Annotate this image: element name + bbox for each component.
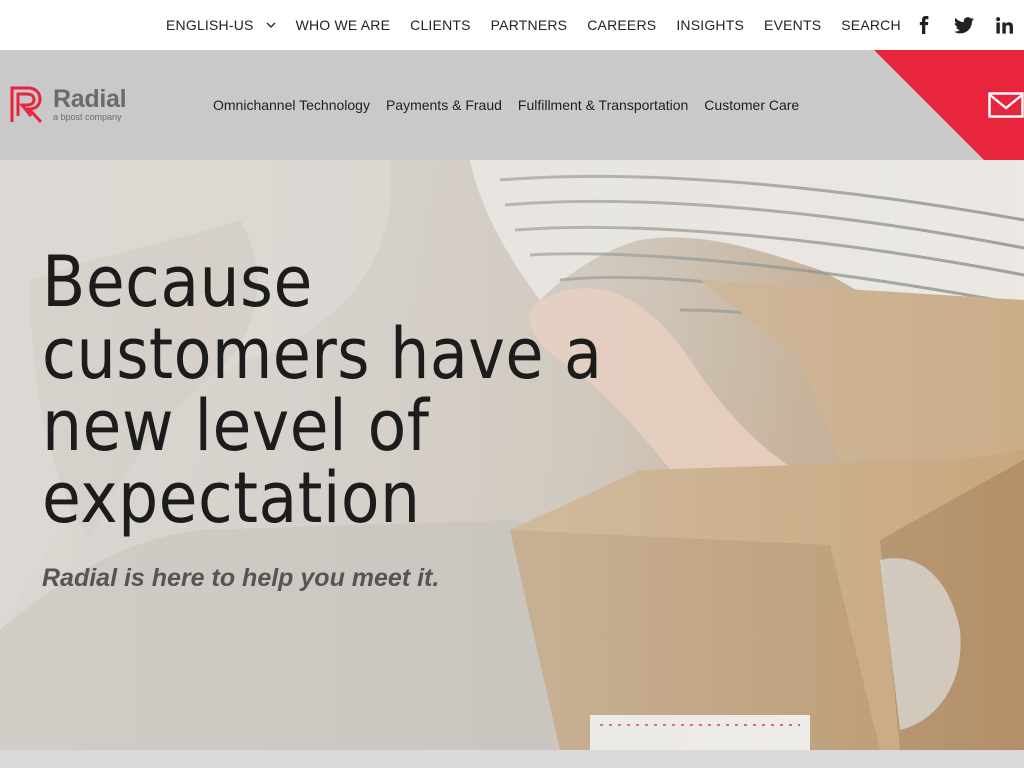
nav-fulfillment-transportation[interactable]: Fulfillment & Transportation (518, 97, 688, 113)
facebook-icon[interactable] (914, 15, 934, 35)
language-selector[interactable]: ENGLISH-US (166, 17, 276, 33)
logo-wordmark: Radial a bpost company (53, 85, 127, 123)
nav-who-we-are[interactable]: WHO WE ARE (296, 17, 391, 33)
headline-line-1: Because (42, 241, 313, 323)
nav-partners[interactable]: PARTNERS (491, 17, 568, 33)
headline-line-4: expectation (42, 457, 421, 539)
mail-icon[interactable] (988, 90, 1024, 120)
nav-search[interactable]: SEARCH (841, 17, 901, 33)
utility-bar: ENGLISH-US WHO WE ARE CLIENTS PARTNERS C… (0, 0, 1024, 50)
main-header: Radial a bpost company Omnichannel Techn… (0, 50, 1024, 160)
logo-subtitle: a bpost company (53, 112, 122, 122)
hero-banner: Because customers have a new level of ex… (0, 160, 1024, 750)
nav-clients[interactable]: CLIENTS (410, 17, 471, 33)
nav-customer-care[interactable]: Customer Care (704, 97, 799, 113)
utility-nav: ENGLISH-US WHO WE ARE CLIENTS PARTNERS C… (166, 0, 921, 50)
nav-careers[interactable]: CAREERS (587, 17, 656, 33)
facebook-link[interactable] (914, 0, 934, 50)
radial-logo[interactable]: Radial a bpost company (10, 85, 127, 124)
main-nav: Omnichannel Technology Payments & Fraud … (213, 50, 815, 160)
chevron-down-icon (266, 22, 276, 28)
linkedin-link[interactable] (994, 0, 1014, 50)
radial-logo-mark-icon (10, 86, 43, 124)
nav-payments-fraud[interactable]: Payments & Fraud (386, 97, 502, 113)
page-footer-strip (0, 750, 1024, 768)
twitter-icon[interactable] (954, 15, 974, 35)
nav-events[interactable]: EVENTS (764, 17, 821, 33)
nav-omnichannel-technology[interactable]: Omnichannel Technology (213, 97, 370, 113)
hero-headline: Because customers have a new level of ex… (42, 246, 662, 534)
nav-insights[interactable]: INSIGHTS (676, 17, 744, 33)
linkedin-icon[interactable] (994, 15, 1014, 35)
language-label: ENGLISH-US (166, 17, 254, 33)
twitter-link[interactable] (954, 0, 974, 50)
hero-tagline: Radial is here to help you meet it. (42, 564, 440, 592)
headline-line-3: new level of (42, 385, 430, 467)
logo-name: Radial (53, 85, 127, 113)
headline-line-2: customers have a (42, 313, 603, 395)
